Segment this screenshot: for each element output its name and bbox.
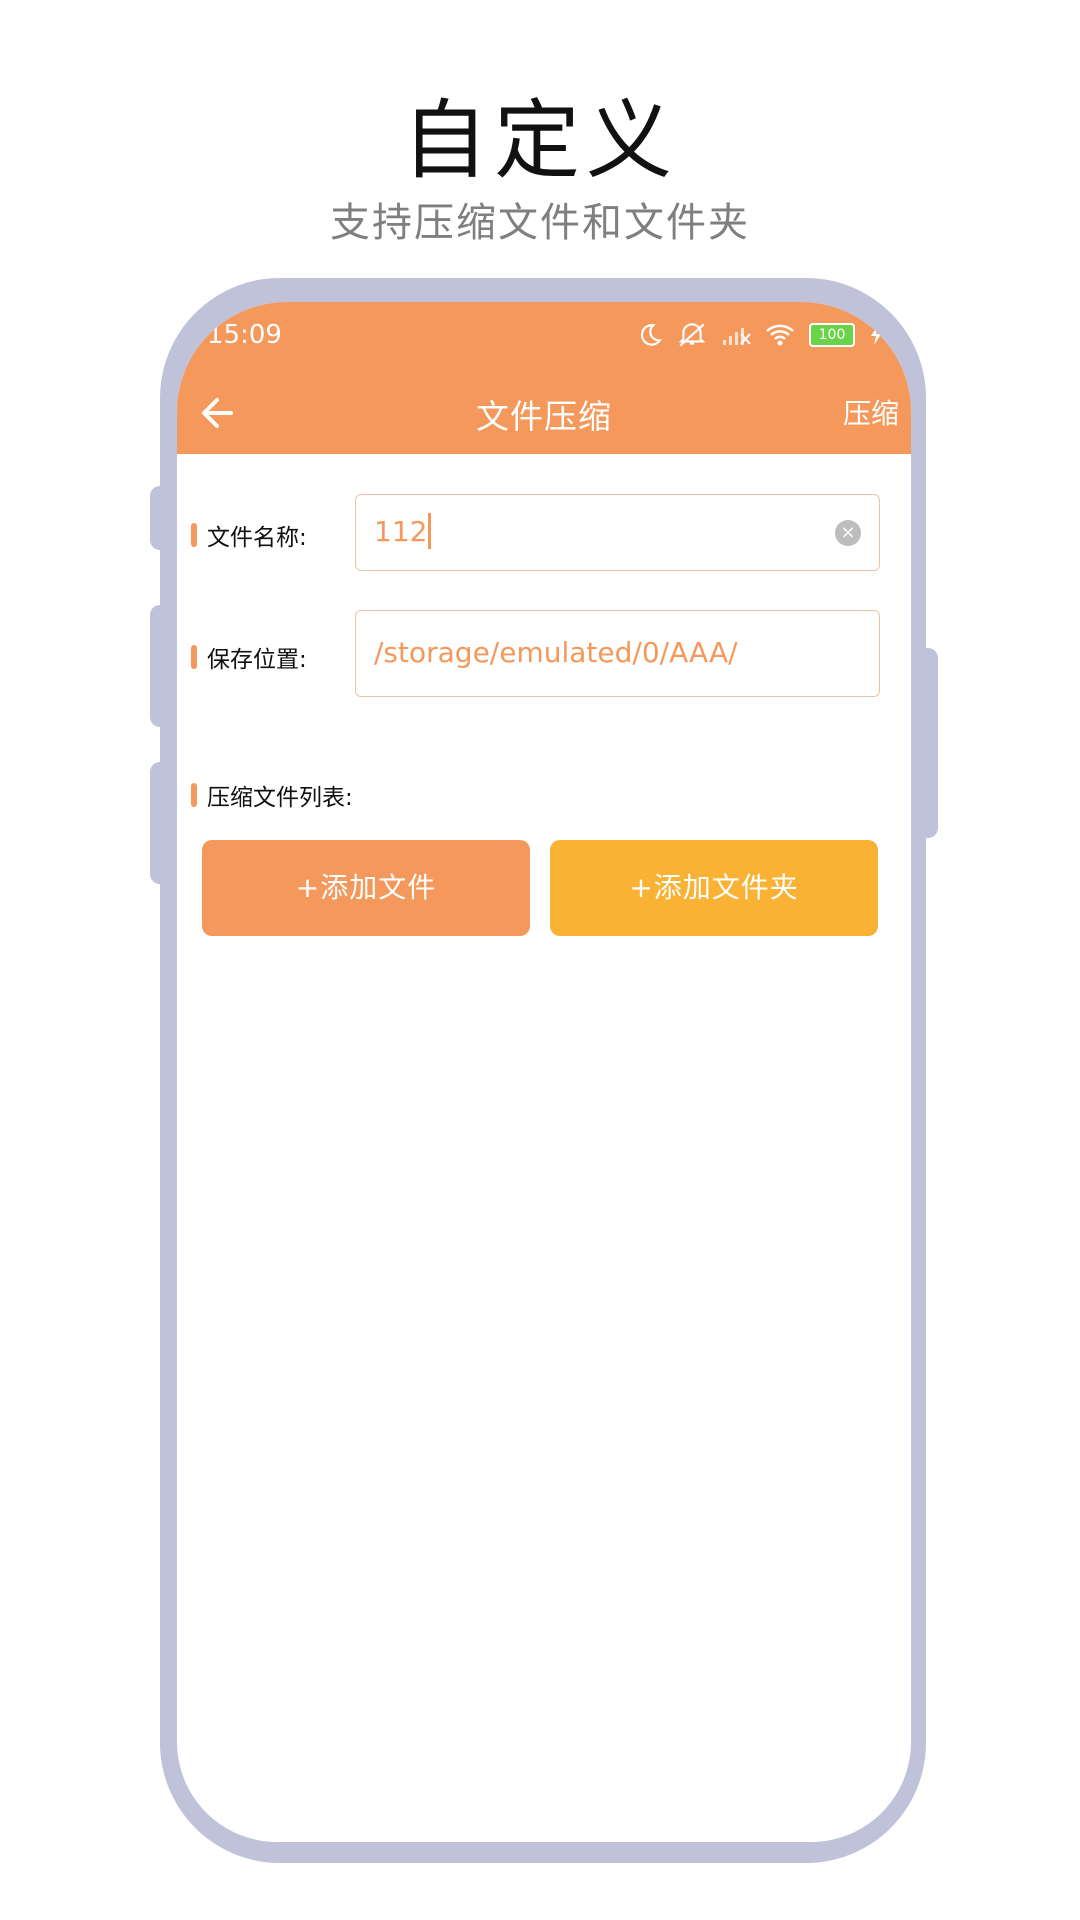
signal-icon [721,324,751,346]
app-bar: 15:09 100 文件压缩 压缩 [177,302,911,454]
status-time: 15:09 [207,320,282,350]
save-location-field[interactable]: /storage/emulated/0/AAA/ [355,610,880,697]
file-list-label-text: 压缩文件列表: [207,785,353,811]
battery-icon: 100 [809,323,855,347]
add-file-button[interactable]: +添加文件 [202,840,530,936]
file-name-input[interactable]: 112 × [355,494,880,571]
file-list-label: 压缩文件列表: [191,778,353,812]
save-location-value: /storage/emulated/0/AAA/ [374,636,738,669]
file-name-label: 文件名称: [191,518,307,552]
mute-icon [677,322,707,348]
text-cursor [428,513,432,549]
promo-subtitle: 支持压缩文件和文件夹 [330,200,750,246]
promo-title: 自定义 [402,91,678,191]
phone-side-button-mute [150,486,172,550]
phone-side-button-power [916,648,938,838]
add-folder-button[interactable]: +添加文件夹 [550,840,878,936]
charging-icon [869,324,883,346]
status-bar: 15:09 100 [177,302,911,372]
phone-side-button-volume-down [150,762,172,884]
page-title: 文件压缩 [476,397,612,436]
compress-button[interactable]: 压缩 [843,392,899,432]
label-accent-bar [191,523,197,547]
phone-screen: 15:09 100 文件压缩 压缩 文件名称: 112 × 保存位置: /sto… [177,302,911,1842]
label-accent-bar [191,783,197,807]
label-accent-bar [191,645,197,669]
phone-side-button-volume-up [150,605,172,727]
save-location-label: 保存位置: [191,640,307,674]
save-location-label-text: 保存位置: [207,647,307,673]
toolbar: 文件压缩 压缩 [177,372,911,454]
wifi-icon [765,323,795,347]
clear-icon[interactable]: × [835,520,861,546]
moon-icon [637,322,663,348]
file-name-label-text: 文件名称: [207,525,307,551]
file-name-value: 112 [374,515,428,548]
